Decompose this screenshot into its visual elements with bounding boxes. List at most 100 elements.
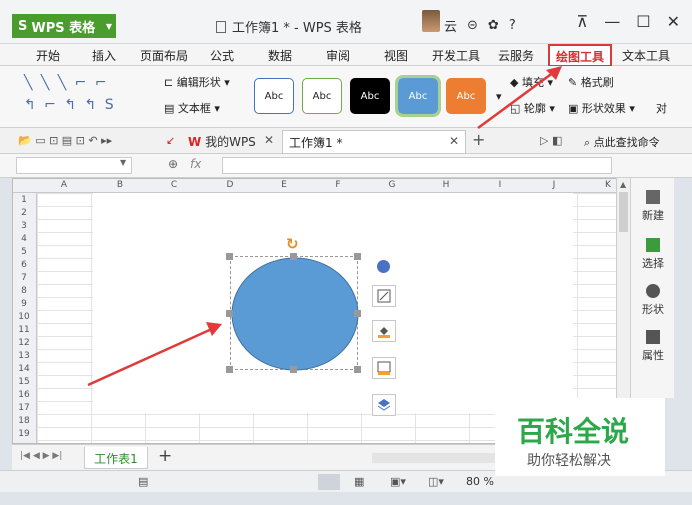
shape-selection[interactable]	[230, 256, 359, 371]
cloud-button[interactable]: 云	[444, 16, 457, 35]
tab-home[interactable]: 开始	[36, 47, 60, 64]
column-header[interactable]: J	[527, 180, 581, 190]
page-break-view-icon[interactable]: ▦	[354, 475, 364, 488]
normal-view-icon[interactable]	[318, 474, 340, 490]
column-header[interactable]: D	[203, 180, 257, 190]
quick-access-icons[interactable]: 📂 ▭ ⊡ ▤ ⊡ ↶ ▸▸	[18, 134, 112, 147]
add-sheet-button[interactable]: +	[158, 446, 172, 466]
function-icon[interactable]: fx	[190, 157, 201, 171]
tab-formulas[interactable]: 公式	[210, 47, 234, 64]
zoom-level[interactable]: 80 %	[466, 475, 494, 488]
column-header[interactable]: G	[365, 180, 419, 190]
chevron-down-icon[interactable]: ▼	[120, 158, 126, 167]
layers-icon[interactable]	[372, 394, 396, 416]
shape-gallery[interactable]: ╲ ╲ ╲ ⌐ ⌐ ↰ ⌐ ↰ ↰ S	[24, 72, 136, 118]
outline-button[interactable]: ◱ 轮廓 ▾	[510, 100, 555, 116]
resize-handle[interactable]	[290, 366, 297, 373]
shape-style-4[interactable]: Abc	[395, 75, 441, 117]
close-icon[interactable]: ✕	[667, 12, 680, 31]
column-header[interactable]: I	[473, 180, 527, 190]
row-header[interactable]: 19	[13, 429, 35, 439]
scroll-thumb[interactable]	[619, 192, 628, 232]
resize-handle[interactable]	[290, 253, 297, 260]
avatar[interactable]	[422, 10, 440, 32]
reading-view-icon[interactable]: ◫▾	[428, 475, 444, 488]
collapse-icon[interactable]	[377, 260, 390, 273]
edit-shape-icon[interactable]	[372, 285, 396, 307]
panel-properties-button[interactable]: 属性	[631, 330, 675, 363]
text-box-button[interactable]: ▤ 文本框 ▾	[164, 100, 220, 116]
column-header[interactable]: K	[581, 180, 619, 190]
close-tab-icon[interactable]: ✕	[264, 133, 274, 147]
tab-drawing-tools[interactable]: 绘图工具	[548, 44, 613, 67]
row-header[interactable]: 15	[13, 377, 35, 387]
row-header[interactable]: 2	[13, 208, 35, 218]
tab-cloud[interactable]: 云服务	[498, 47, 534, 64]
column-header[interactable]: A	[37, 180, 91, 190]
tab-workbook1[interactable]: 工作簿1 * ✕	[282, 130, 466, 154]
close-icon[interactable]: ✕	[449, 134, 459, 148]
rotate-handle-icon[interactable]: ↻	[286, 235, 299, 253]
row-header[interactable]: 10	[13, 312, 35, 322]
column-header[interactable]: F	[311, 180, 365, 190]
row-header[interactable]: 18	[13, 416, 35, 426]
status-icon[interactable]: ▤	[138, 475, 148, 488]
resize-handle[interactable]	[226, 253, 233, 260]
panel-select-button[interactable]: 选择	[631, 238, 675, 271]
fill-button[interactable]: ◆ 填充 ▾	[510, 74, 553, 90]
panel-new-button[interactable]: 新建	[631, 190, 675, 223]
row-header[interactable]: 9	[13, 299, 35, 309]
tab-review[interactable]: 审阅	[326, 47, 350, 64]
formula-input[interactable]	[222, 157, 612, 174]
horizontal-scrollbar[interactable]	[372, 453, 502, 463]
tab-view[interactable]: 视图	[384, 47, 408, 64]
row-header[interactable]: 17	[13, 403, 35, 413]
tab-page-layout[interactable]: 页面布局	[140, 47, 188, 64]
page-layout-view-icon[interactable]: ▣▾	[390, 475, 406, 488]
tab-tools-icons[interactable]: ▷ ◧	[540, 134, 562, 147]
name-box[interactable]	[16, 157, 132, 174]
resize-handle[interactable]	[354, 253, 361, 260]
shape-effects-button[interactable]: ▣ 形状效果 ▾	[568, 100, 635, 116]
zoom-magnifier-icon[interactable]: ⊕	[168, 157, 178, 171]
tab-data[interactable]: 数据	[268, 47, 292, 64]
scroll-up-icon[interactable]: ▲	[620, 180, 626, 189]
align-button[interactable]: 对	[656, 100, 667, 116]
column-header[interactable]: H	[419, 180, 473, 190]
row-header[interactable]: 6	[13, 260, 35, 270]
shape-style-1[interactable]: Abc	[254, 78, 294, 114]
row-header[interactable]: 12	[13, 338, 35, 348]
resize-handle[interactable]	[226, 310, 233, 317]
quick-search[interactable]: ⌕ 点此查找命令	[584, 134, 660, 150]
minimize-icon[interactable]: —	[604, 12, 620, 31]
row-header[interactable]: 8	[13, 286, 35, 296]
outline-color-icon[interactable]	[372, 357, 396, 379]
resize-handle[interactable]	[354, 366, 361, 373]
sheet-tab[interactable]: 工作表1	[84, 447, 148, 469]
format-brush-button[interactable]: ✎ 格式刷	[568, 74, 614, 90]
help-icon[interactable]: ?	[509, 18, 516, 33]
tab-text-tools[interactable]: 文本工具	[622, 47, 670, 64]
ellipse-shape[interactable]	[231, 257, 359, 371]
tab-my-wps[interactable]: W 我的WPS	[188, 133, 256, 150]
maximize-icon[interactable]: ☐	[636, 12, 650, 31]
sync-icon[interactable]: ⊝	[467, 18, 478, 33]
column-header[interactable]: C	[147, 180, 201, 190]
resize-handle[interactable]	[226, 366, 233, 373]
column-header[interactable]: B	[93, 180, 147, 190]
row-header[interactable]: 14	[13, 364, 35, 374]
new-tab-icon[interactable]: +	[472, 130, 485, 149]
row-header[interactable]: 3	[13, 221, 35, 231]
row-header[interactable]: 4	[13, 234, 35, 244]
style-more-icon[interactable]: ▾	[496, 90, 502, 103]
skin-icon[interactable]: ✿	[488, 18, 499, 33]
ribbon-toggle-icon[interactable]: ⊼	[577, 12, 589, 31]
tab-developer[interactable]: 开发工具	[432, 47, 480, 64]
tab-insert[interactable]: 插入	[92, 47, 116, 64]
row-header[interactable]: 1	[13, 195, 35, 205]
row-header[interactable]: 13	[13, 351, 35, 361]
row-header[interactable]: 16	[13, 390, 35, 400]
fill-color-icon[interactable]	[372, 320, 396, 342]
panel-shape-button[interactable]: 形状	[631, 284, 675, 317]
pin-icon[interactable]: ↙	[166, 134, 175, 147]
